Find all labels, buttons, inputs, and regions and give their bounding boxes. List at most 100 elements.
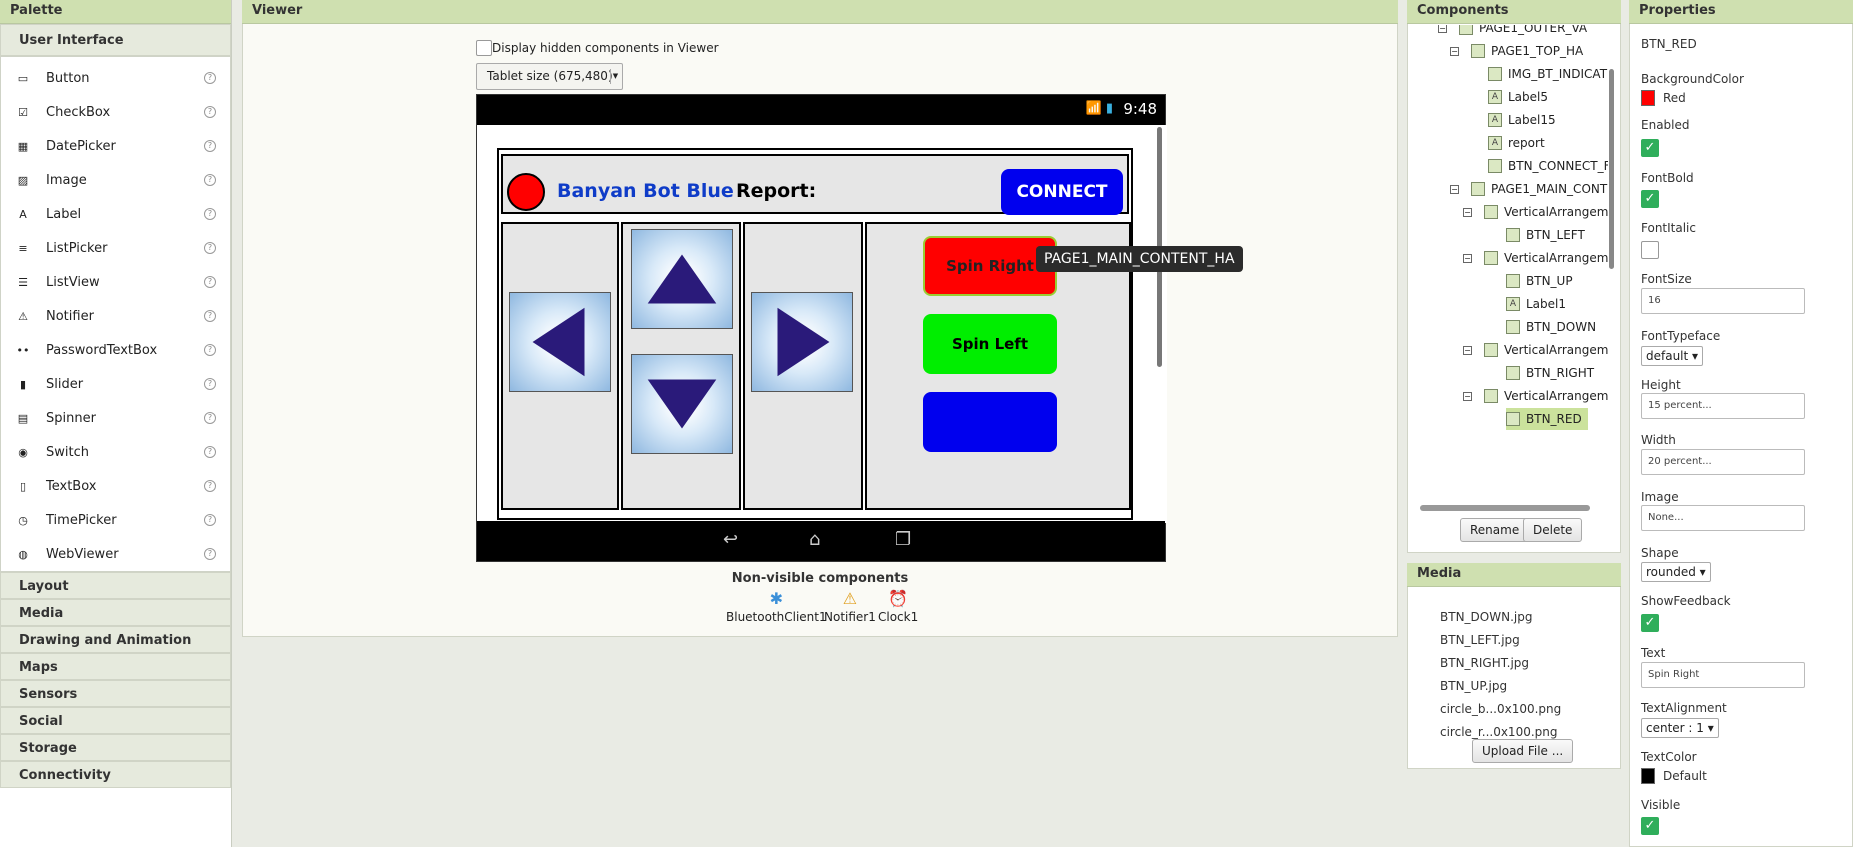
notifier-component[interactable]: ⚠ Notifier1	[824, 589, 876, 624]
upload-file-button[interactable]: Upload File ...	[1472, 739, 1574, 763]
clock-component[interactable]: ⏰ Clock1	[878, 589, 918, 624]
collapse-toggle-icon[interactable]: −	[1450, 46, 1459, 56]
tree-node-label1[interactable]: A Label1	[1506, 293, 1566, 315]
page1-top-arrangement[interactable]: Banyan Bot Blue Report: CONNECT	[501, 154, 1129, 215]
category-social[interactable]: Social	[0, 707, 231, 734]
tree-node-verticalarrangem[interactable]: − VerticalArrangem	[1463, 247, 1608, 269]
help-icon[interactable]: ?	[204, 208, 216, 220]
media-file[interactable]: circle_r...0x100.png	[1440, 725, 1558, 739]
tree-node-verticalarrangem[interactable]: − VerticalArrangem	[1463, 385, 1608, 407]
collapse-toggle-icon[interactable]: −	[1438, 25, 1447, 33]
tree-node-img_bt_indicat[interactable]: IMG_BT_INDICAT	[1488, 63, 1607, 85]
category-layout[interactable]: Layout	[0, 572, 231, 599]
media-file[interactable]: BTN_LEFT.jpg	[1440, 633, 1520, 647]
image-input[interactable]: None...	[1641, 505, 1805, 531]
app-title-label[interactable]: Banyan Bot Blue	[557, 180, 734, 202]
help-icon[interactable]: ?	[204, 140, 216, 152]
enabled-checkbox[interactable]: ✓	[1641, 139, 1659, 157]
tree-node-page1_main_conti[interactable]: − PAGE1_MAIN_CONTI	[1450, 178, 1608, 200]
bgcolor-value[interactable]: Red	[1663, 91, 1686, 105]
tree-node-page1_top_ha[interactable]: − PAGE1_TOP_HA	[1450, 40, 1583, 62]
report-label[interactable]: Report:	[736, 180, 816, 202]
checkbox-box[interactable]	[476, 40, 492, 56]
tree-node-verticalarrangem[interactable]: − VerticalArrangem	[1463, 339, 1608, 361]
palette-item-switch[interactable]: ◉ Switch?	[1, 435, 230, 469]
help-icon[interactable]: ?	[204, 276, 216, 288]
tree-node-verticalarrangem[interactable]: − VerticalArrangem	[1463, 201, 1608, 223]
media-file[interactable]: circle_b...0x100.png	[1440, 702, 1561, 716]
help-icon[interactable]: ?	[204, 412, 216, 424]
screen-size-select[interactable]: Tablet size (675,480) ▼	[476, 63, 623, 90]
palette-item-webviewer[interactable]: ◍ WebViewer?	[1, 537, 230, 571]
rename-button[interactable]: Rename	[1460, 518, 1530, 542]
palette-item-label[interactable]: A Label?	[1, 197, 230, 231]
collapse-toggle-icon[interactable]: −	[1463, 253, 1472, 263]
fontsize-input[interactable]: 16	[1641, 288, 1805, 314]
bgcolor-swatch[interactable]	[1641, 90, 1655, 106]
spin-left-button[interactable]: Spin Left	[923, 314, 1057, 374]
tree-node-btn_red[interactable]: BTN_RED	[1506, 408, 1588, 430]
palette-item-timepicker[interactable]: ◷ TimePicker?	[1, 503, 230, 537]
height-input[interactable]: 15 percent...	[1641, 393, 1805, 419]
help-icon[interactable]: ?	[204, 72, 216, 84]
category-sensors[interactable]: Sensors	[0, 680, 231, 707]
media-file[interactable]: BTN_DOWN.jpg	[1440, 610, 1532, 624]
btn-right[interactable]	[751, 292, 853, 392]
collapse-toggle-icon[interactable]: −	[1463, 391, 1472, 401]
palette-item-spinner[interactable]: ▤ Spinner?	[1, 401, 230, 435]
category-storage[interactable]: Storage	[0, 734, 231, 761]
collapse-toggle-icon[interactable]: −	[1463, 345, 1472, 355]
middle-column[interactable]	[621, 222, 741, 510]
help-icon[interactable]: ?	[204, 174, 216, 186]
bluetooth-component[interactable]: ✱ BluetoothClient1	[726, 589, 827, 624]
help-icon[interactable]: ?	[204, 548, 216, 560]
left-column[interactable]	[501, 222, 619, 510]
palette-item-notifier[interactable]: ⚠ Notifier?	[1, 299, 230, 333]
category-drawing-and-animation[interactable]: Drawing and Animation	[0, 626, 231, 653]
category-media[interactable]: Media	[0, 599, 231, 626]
text-input[interactable]: Spin Right	[1641, 662, 1805, 688]
btn-up[interactable]	[631, 229, 733, 329]
tree-horizontal-scrollbar[interactable]	[1420, 505, 1590, 511]
connect-button[interactable]: CONNECT	[1001, 169, 1123, 215]
palette-item-slider[interactable]: ▮ Slider?	[1, 367, 230, 401]
textcolor-swatch[interactable]	[1641, 768, 1655, 784]
tree-node-page1_outer_va[interactable]: − PAGE1_OUTER_VA	[1438, 25, 1587, 39]
width-input[interactable]: 20 percent...	[1641, 449, 1805, 475]
tree-node-btn_left[interactable]: BTN_LEFT	[1506, 224, 1585, 246]
page1-outer-arrangement[interactable]: Banyan Bot Blue Report: CONNECT Spin Rig…	[497, 148, 1133, 520]
help-icon[interactable]: ?	[204, 344, 216, 356]
palette-item-image[interactable]: ▨ Image?	[1, 163, 230, 197]
btn-left[interactable]	[509, 292, 611, 392]
delete-button[interactable]: Delete	[1523, 518, 1583, 542]
help-icon[interactable]: ?	[204, 242, 216, 254]
palette-item-datepicker[interactable]: ▦ DatePicker?	[1, 129, 230, 163]
textcolor-value[interactable]: Default	[1663, 769, 1707, 783]
palette-item-listpicker[interactable]: ≡ ListPicker?	[1, 231, 230, 265]
tree-node-report[interactable]: Areport	[1488, 132, 1545, 154]
tree-node-btn_right[interactable]: BTN_RIGHT	[1506, 362, 1594, 384]
tree-node-btn_up[interactable]: BTN_UP	[1506, 270, 1573, 292]
palette-item-listview[interactable]: ☰ ListView?	[1, 265, 230, 299]
palette-item-checkbox[interactable]: ☑ CheckBox?	[1, 95, 230, 129]
help-icon[interactable]: ?	[204, 446, 216, 458]
category-user-interface[interactable]: User Interface	[0, 24, 231, 56]
category-connectivity[interactable]: Connectivity	[0, 761, 231, 788]
media-file[interactable]: BTN_UP.jpg	[1440, 679, 1507, 693]
palette-item-passwordtextbox[interactable]: •• PasswordTextBox?	[1, 333, 230, 367]
palette-item-button[interactable]: ▭ Button?	[1, 61, 230, 95]
tree-node-label5[interactable]: A Label5	[1488, 86, 1548, 108]
tree-vertical-scrollbar[interactable]	[1609, 69, 1614, 269]
help-icon[interactable]: ?	[204, 378, 216, 390]
help-icon[interactable]: ?	[204, 514, 216, 526]
fontbold-checkbox[interactable]: ✓	[1641, 190, 1659, 208]
right-column[interactable]	[743, 222, 863, 510]
help-icon[interactable]: ?	[204, 310, 216, 322]
showfeedback-checkbox[interactable]: ✓	[1641, 614, 1659, 632]
category-maps[interactable]: Maps	[0, 653, 231, 680]
display-hidden-checkbox[interactable]: Display hidden components in Viewer	[476, 40, 719, 56]
tree-node-btn_connect_f[interactable]: BTN_CONNECT_F	[1488, 155, 1608, 177]
bt-indicator-image[interactable]	[507, 173, 545, 211]
help-icon[interactable]: ?	[204, 480, 216, 492]
btn-down[interactable]	[631, 354, 733, 454]
